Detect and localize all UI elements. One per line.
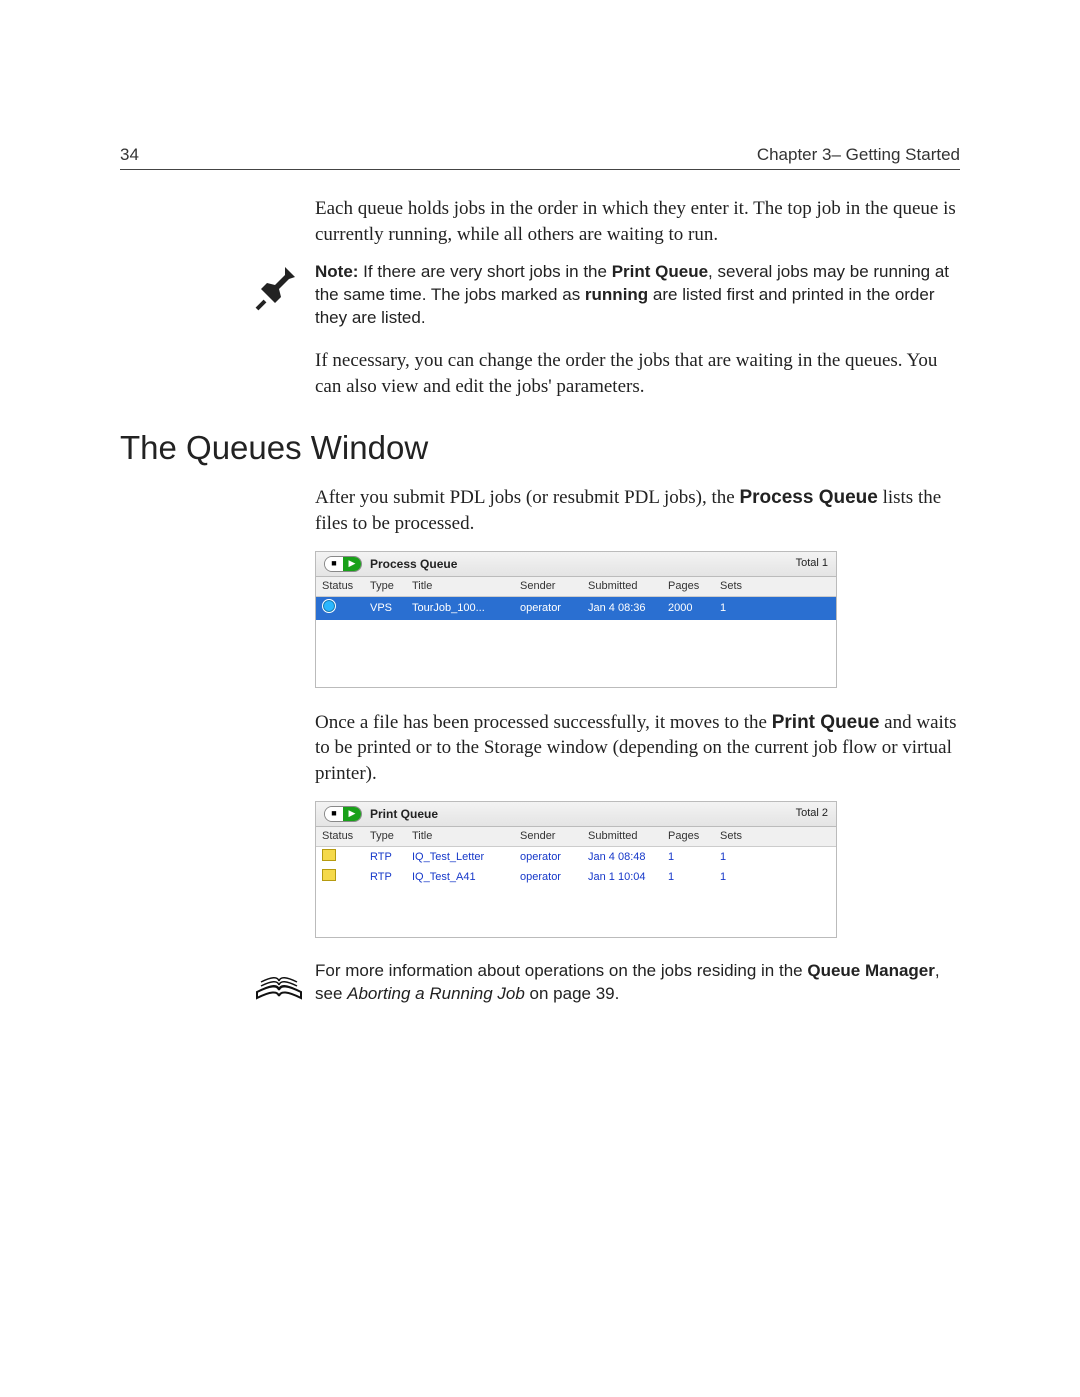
submitted-cell: Jan 4 08:48 xyxy=(588,850,668,865)
queue-control-buttons[interactable]: ■ ▶ xyxy=(324,806,362,822)
col-submitted: Submitted xyxy=(588,579,668,594)
col-sets: Sets xyxy=(720,829,772,844)
col-type: Type xyxy=(370,579,412,594)
sets-cell: 1 xyxy=(720,850,772,865)
col-type: Type xyxy=(370,829,412,844)
intro-paragraph-block: Each queue holds jobs in the order in wh… xyxy=(315,196,960,247)
book-icon xyxy=(255,962,303,1007)
note-print-queue: Print Queue xyxy=(612,262,708,281)
printer-icon xyxy=(322,849,336,861)
intro-paragraph: Each queue holds jobs in the order in wh… xyxy=(315,196,960,247)
title-cell: TourJob_100... xyxy=(412,601,520,616)
col-title: Title xyxy=(412,829,520,844)
col-pages: Pages xyxy=(668,579,720,594)
col-sets: Sets xyxy=(720,579,772,594)
pages-cell: 2000 xyxy=(668,601,720,616)
note-running: running xyxy=(585,285,648,304)
play-icon[interactable]: ▶ xyxy=(343,557,361,571)
page-header: 34 Chapter 3– Getting Started xyxy=(120,145,960,170)
ref-d: Aborting a Running Job xyxy=(347,984,525,1003)
pages-cell: 1 xyxy=(668,850,720,865)
note-text: Note: If there are very short jobs in th… xyxy=(315,261,960,330)
sender-cell: operator xyxy=(520,601,588,616)
title-cell: IQ_Test_A41 xyxy=(412,870,520,885)
p2-b: Print Queue xyxy=(772,712,880,733)
ref-e: on page 39. xyxy=(525,984,620,1003)
chapter-label: Chapter 3– Getting Started xyxy=(757,145,960,165)
queue-control-buttons[interactable]: ■ ▶ xyxy=(324,556,362,572)
submitted-cell: Jan 1 10:04 xyxy=(588,870,668,885)
reference-block: For more information about operations on… xyxy=(255,960,960,1007)
stop-icon[interactable]: ■ xyxy=(325,557,343,571)
sender-cell: operator xyxy=(520,850,588,865)
type-cell: VPS xyxy=(370,601,412,616)
print-queue-panel: ■ ▶ Print Queue Total 2 Status Type Titl… xyxy=(315,801,837,938)
table-row[interactable]: RTP IQ_Test_A41 operator Jan 1 10:04 1 1 xyxy=(316,867,836,888)
type-cell: RTP xyxy=(370,870,412,885)
section-p2: Once a file has been processed successfu… xyxy=(315,710,960,787)
note-label: Note: xyxy=(315,262,358,281)
print-queue-body: RTP IQ_Test_Letter operator Jan 4 08:48 … xyxy=(316,847,836,937)
title-cell: IQ_Test_Letter xyxy=(412,850,520,865)
stop-icon[interactable]: ■ xyxy=(325,807,343,821)
process-queue-titlebar: ■ ▶ Process Queue Total 1 xyxy=(316,552,836,577)
col-sender: Sender xyxy=(520,579,588,594)
print-queue-total: Total 2 xyxy=(796,806,828,821)
print-queue-titlebar: ■ ▶ Print Queue Total 2 xyxy=(316,802,836,827)
process-queue-panel: ■ ▶ Process Queue Total 1 Status Type Ti… xyxy=(315,551,837,688)
section-p1: After you submit PDL jobs (or resubmit P… xyxy=(315,485,960,536)
col-sender: Sender xyxy=(520,829,588,844)
para2-block: If necessary, you can change the order t… xyxy=(315,348,960,399)
pages-cell: 1 xyxy=(668,870,720,885)
running-icon xyxy=(322,599,336,613)
print-queue-columns: Status Type Title Sender Submitted Pages… xyxy=(316,827,836,847)
process-queue-columns: Status Type Title Sender Submitted Pages… xyxy=(316,577,836,597)
print-queue-title: Print Queue xyxy=(370,806,438,822)
ref-a: For more information about operations on… xyxy=(315,961,807,980)
process-queue-body: VPS TourJob_100... operator Jan 4 08:36 … xyxy=(316,597,836,687)
page: 34 Chapter 3– Getting Started Each queue… xyxy=(0,0,1080,1397)
process-queue-total: Total 1 xyxy=(796,556,828,571)
table-row[interactable]: VPS TourJob_100... operator Jan 4 08:36 … xyxy=(316,597,836,620)
sets-cell: 1 xyxy=(720,870,772,885)
play-icon[interactable]: ▶ xyxy=(343,807,361,821)
ref-b: Queue Manager xyxy=(807,961,935,980)
reference-text: For more information about operations on… xyxy=(315,960,960,1006)
status-cell xyxy=(322,599,370,618)
p1-b: Process Queue xyxy=(739,487,877,508)
table-row[interactable]: RTP IQ_Test_Letter operator Jan 4 08:48 … xyxy=(316,847,836,868)
col-title: Title xyxy=(412,579,520,594)
page-number: 34 xyxy=(120,145,139,165)
printer-icon xyxy=(322,869,336,881)
p1-a: After you submit PDL jobs (or resubmit P… xyxy=(315,487,739,508)
section-body: After you submit PDL jobs (or resubmit P… xyxy=(315,485,960,937)
pushpin-icon xyxy=(255,263,303,316)
type-cell: RTP xyxy=(370,850,412,865)
process-queue-title: Process Queue xyxy=(370,556,457,572)
para2: If necessary, you can change the order t… xyxy=(315,348,960,399)
status-cell xyxy=(322,849,370,866)
col-status: Status xyxy=(322,829,370,844)
col-pages: Pages xyxy=(668,829,720,844)
section-heading: The Queues Window xyxy=(120,429,960,467)
col-submitted: Submitted xyxy=(588,829,668,844)
col-status: Status xyxy=(322,579,370,594)
submitted-cell: Jan 4 08:36 xyxy=(588,601,668,616)
note-t1: If there are very short jobs in the xyxy=(358,262,611,281)
sender-cell: operator xyxy=(520,870,588,885)
sets-cell: 1 xyxy=(720,601,772,616)
status-cell xyxy=(322,869,370,886)
p2-a: Once a file has been processed successfu… xyxy=(315,712,772,733)
note-block: Note: If there are very short jobs in th… xyxy=(255,261,960,330)
